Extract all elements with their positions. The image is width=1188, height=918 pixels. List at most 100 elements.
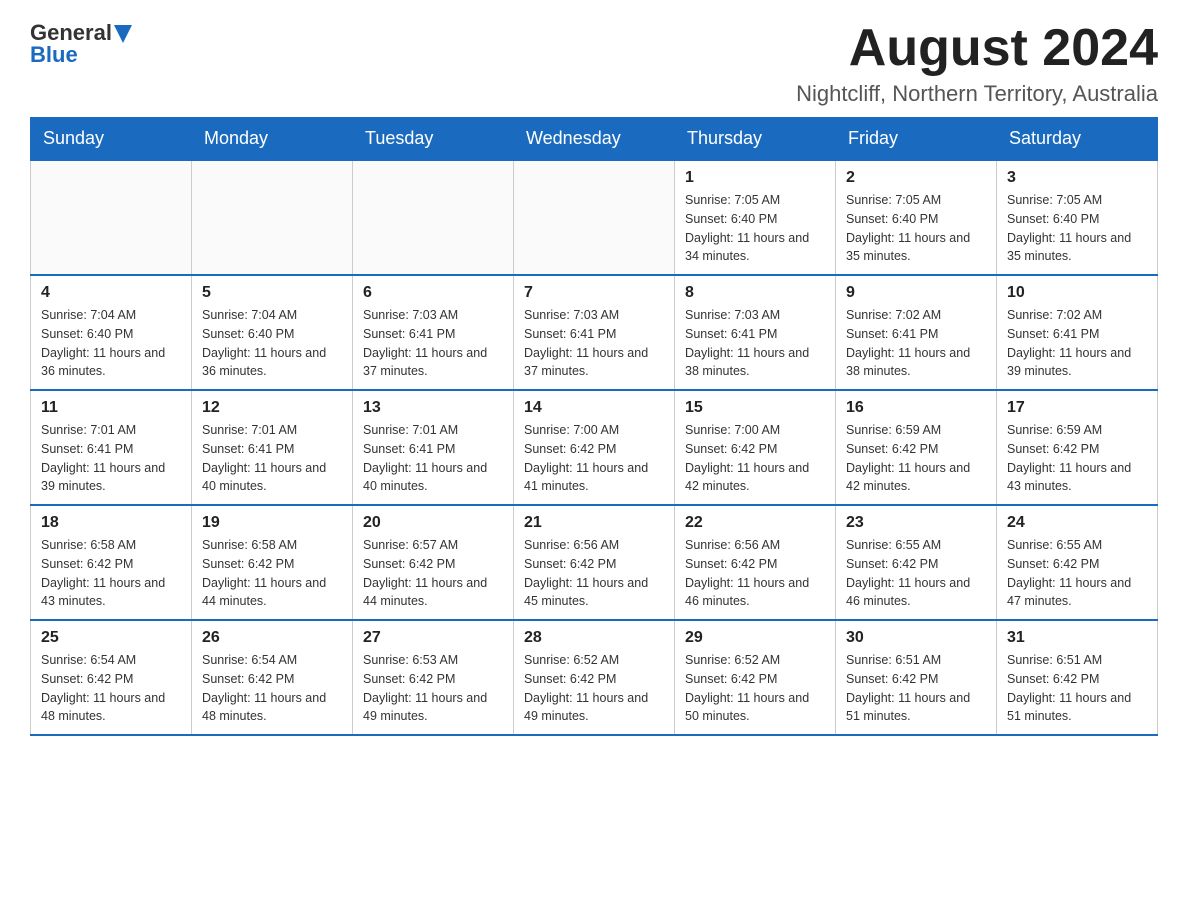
col-monday: Monday — [192, 118, 353, 161]
table-row: 27Sunrise: 6:53 AMSunset: 6:42 PMDayligh… — [353, 620, 514, 735]
table-row: 3Sunrise: 7:05 AMSunset: 6:40 PMDaylight… — [997, 160, 1158, 275]
day-info: Sunrise: 7:05 AMSunset: 6:40 PMDaylight:… — [685, 191, 825, 266]
day-number: 24 — [1007, 514, 1147, 532]
day-number: 30 — [846, 629, 986, 647]
day-number: 26 — [202, 629, 342, 647]
table-row: 15 Sunrise: 7:00 AMSunset: 6:42 PMDayligh… — [675, 390, 836, 505]
location-text: Nightcliff, Northern Territory, Australi… — [796, 81, 1158, 107]
day-number: 1 — [685, 169, 825, 187]
table-row: 30 Sunrise: 6:51 AMSunset: 6:42 PMDayligh… — [836, 620, 997, 735]
month-year-title: August 2024 — [796, 20, 1158, 77]
day-info: Sunrise: 7:05 AMSunset: 6:40 PMDaylight:… — [846, 191, 986, 266]
day-number: 3 — [1007, 169, 1147, 187]
col-tuesday: Tuesday — [353, 118, 514, 161]
calendar-table: Sunday Monday Tuesday Wednesday Thursday… — [30, 117, 1158, 736]
logo-blue-text: Blue — [30, 42, 78, 68]
table-row — [192, 160, 353, 275]
table-row: 20Sunrise: 6:57 AMSunset: 6:42 PMDayligh… — [353, 505, 514, 620]
day-number: 8 — [685, 284, 825, 302]
day-info: Sunrise: 7:00 AMSunset: 6:42 PMDaylight:… — [524, 421, 664, 496]
day-info: Sunrise: 6:59 AMSunset: 6:42 PMDaylight:… — [846, 421, 986, 496]
col-wednesday: Wednesday — [514, 118, 675, 161]
day-info: Sunrise: 6:57 AMSunset: 6:42 PMDaylight:… — [363, 536, 503, 611]
day-info: Sunrise: 6:52 AMSunset: 6:42 PMDaylight:… — [524, 651, 664, 726]
day-info: Sunrise: 7:02 AMSunset: 6:41 PMDaylight:… — [846, 306, 986, 381]
day-info: Sunrise: 7:03 AMSunset: 6:41 PMDaylight:… — [524, 306, 664, 381]
table-row: 31 Sunrise: 6:51 AMSunset: 6:42 PMDayligh… — [997, 620, 1158, 735]
table-row: 14 Sunrise: 7:00 AMSunset: 6:42 PMDayligh… — [514, 390, 675, 505]
day-info: Sunrise: 6:54 AMSunset: 6:42 PMDaylight:… — [202, 651, 342, 726]
table-row: 21Sunrise: 6:56 AMSunset: 6:42 PMDayligh… — [514, 505, 675, 620]
day-number: 12 — [202, 399, 342, 417]
col-sunday: Sunday — [31, 118, 192, 161]
day-number: 16 — [846, 399, 986, 417]
day-info: Sunrise: 7:01 AMSunset: 6:41 PMDaylight:… — [202, 421, 342, 496]
table-row: 4Sunrise: 7:04 AMSunset: 6:40 PMDaylight… — [31, 275, 192, 390]
logo-triangle-icon — [114, 25, 132, 43]
table-row: 29 Sunrise: 6:52 AMSunset: 6:42 PMDayligh… — [675, 620, 836, 735]
day-number: 14 — [524, 399, 664, 417]
day-info: Sunrise: 6:59 AMSunset: 6:42 PMDaylight:… — [1007, 421, 1147, 496]
day-number: 4 — [41, 284, 181, 302]
table-row: 28 Sunrise: 6:52 AMSunset: 6:42 PMDayligh… — [514, 620, 675, 735]
day-info: Sunrise: 7:04 AMSunset: 6:40 PMDaylight:… — [202, 306, 342, 381]
table-row: 18 Sunrise: 6:58 AMSunset: 6:42 PMDayligh… — [31, 505, 192, 620]
day-info: Sunrise: 7:03 AMSunset: 6:41 PMDaylight:… — [363, 306, 503, 381]
day-info: Sunrise: 7:01 AMSunset: 6:41 PMDaylight:… — [363, 421, 503, 496]
page-header: General Blue August 2024 Nightcliff, Nor… — [30, 20, 1158, 107]
table-row: 11Sunrise: 7:01 AMSunset: 6:41 PMDayligh… — [31, 390, 192, 505]
day-info: Sunrise: 6:58 AMSunset: 6:42 PMDaylight:… — [202, 536, 342, 611]
day-info: Sunrise: 6:51 AMSunset: 6:42 PMDaylight:… — [846, 651, 986, 726]
day-number: 27 — [363, 629, 503, 647]
day-info: Sunrise: 7:01 AMSunset: 6:41 PMDaylight:… — [41, 421, 181, 496]
table-row: 16 Sunrise: 6:59 AMSunset: 6:42 PMDayligh… — [836, 390, 997, 505]
day-info: Sunrise: 6:58 AMSunset: 6:42 PMDaylight:… — [41, 536, 181, 611]
table-row: 25Sunrise: 6:54 AMSunset: 6:42 PMDayligh… — [31, 620, 192, 735]
table-row: 26 Sunrise: 6:54 AMSunset: 6:42 PMDayligh… — [192, 620, 353, 735]
day-number: 22 — [685, 514, 825, 532]
calendar-week-row: 25Sunrise: 6:54 AMSunset: 6:42 PMDayligh… — [31, 620, 1158, 735]
day-info: Sunrise: 7:03 AMSunset: 6:41 PMDaylight:… — [685, 306, 825, 381]
table-row — [514, 160, 675, 275]
col-friday: Friday — [836, 118, 997, 161]
table-row: 8 Sunrise: 7:03 AMSunset: 6:41 PMDaylight… — [675, 275, 836, 390]
title-section: August 2024 Nightcliff, Northern Territo… — [796, 20, 1158, 107]
day-number: 15 — [685, 399, 825, 417]
day-number: 18 — [41, 514, 181, 532]
calendar-week-row: 11Sunrise: 7:01 AMSunset: 6:41 PMDayligh… — [31, 390, 1158, 505]
day-number: 17 — [1007, 399, 1147, 417]
table-row: 24 Sunrise: 6:55 AMSunset: 6:42 PMDayligh… — [997, 505, 1158, 620]
table-row: 13 Sunrise: 7:01 AMSunset: 6:41 PMDayligh… — [353, 390, 514, 505]
table-row: 2 Sunrise: 7:05 AMSunset: 6:40 PMDaylight… — [836, 160, 997, 275]
day-info: Sunrise: 6:55 AMSunset: 6:42 PMDaylight:… — [846, 536, 986, 611]
table-row: 22 Sunrise: 6:56 AMSunset: 6:42 PMDayligh… — [675, 505, 836, 620]
col-saturday: Saturday — [997, 118, 1158, 161]
table-row: 9 Sunrise: 7:02 AMSunset: 6:41 PMDaylight… — [836, 275, 997, 390]
day-number: 6 — [363, 284, 503, 302]
table-row: 10Sunrise: 7:02 AMSunset: 6:41 PMDayligh… — [997, 275, 1158, 390]
table-row: 5Sunrise: 7:04 AMSunset: 6:40 PMDaylight… — [192, 275, 353, 390]
table-row: 17 Sunrise: 6:59 AMSunset: 6:42 PMDayligh… — [997, 390, 1158, 505]
calendar-week-row: 4 Sunrise: 7:04 AMSunset: 6:40 PMDaylight… — [31, 275, 1158, 390]
day-number: 9 — [846, 284, 986, 302]
day-info: Sunrise: 7:00 AMSunset: 6:42 PMDaylight:… — [685, 421, 825, 496]
table-row: 12 Sunrise: 7:01 AMSunset: 6:41 PMDayligh… — [192, 390, 353, 505]
day-number: 28 — [524, 629, 664, 647]
day-info: Sunrise: 6:52 AMSunset: 6:42 PMDaylight:… — [685, 651, 825, 726]
table-row: 19Sunrise: 6:58 AMSunset: 6:42 PMDayligh… — [192, 505, 353, 620]
col-thursday: Thursday — [675, 118, 836, 161]
day-number: 29 — [685, 629, 825, 647]
day-info: Sunrise: 6:55 AMSunset: 6:42 PMDaylight:… — [1007, 536, 1147, 611]
day-info: Sunrise: 6:56 AMSunset: 6:42 PMDaylight:… — [685, 536, 825, 611]
calendar-header-row: Sunday Monday Tuesday Wednesday Thursday… — [31, 118, 1158, 161]
day-number: 7 — [524, 284, 664, 302]
day-number: 21 — [524, 514, 664, 532]
calendar-week-row: 18 Sunrise: 6:58 AMSunset: 6:42 PMDayligh… — [31, 505, 1158, 620]
table-row: 6 Sunrise: 7:03 AMSunset: 6:41 PMDaylight… — [353, 275, 514, 390]
day-number: 23 — [846, 514, 986, 532]
day-number: 10 — [1007, 284, 1147, 302]
day-number: 2 — [846, 169, 986, 187]
day-number: 13 — [363, 399, 503, 417]
day-number: 31 — [1007, 629, 1147, 647]
day-info: Sunrise: 6:51 AMSunset: 6:42 PMDaylight:… — [1007, 651, 1147, 726]
